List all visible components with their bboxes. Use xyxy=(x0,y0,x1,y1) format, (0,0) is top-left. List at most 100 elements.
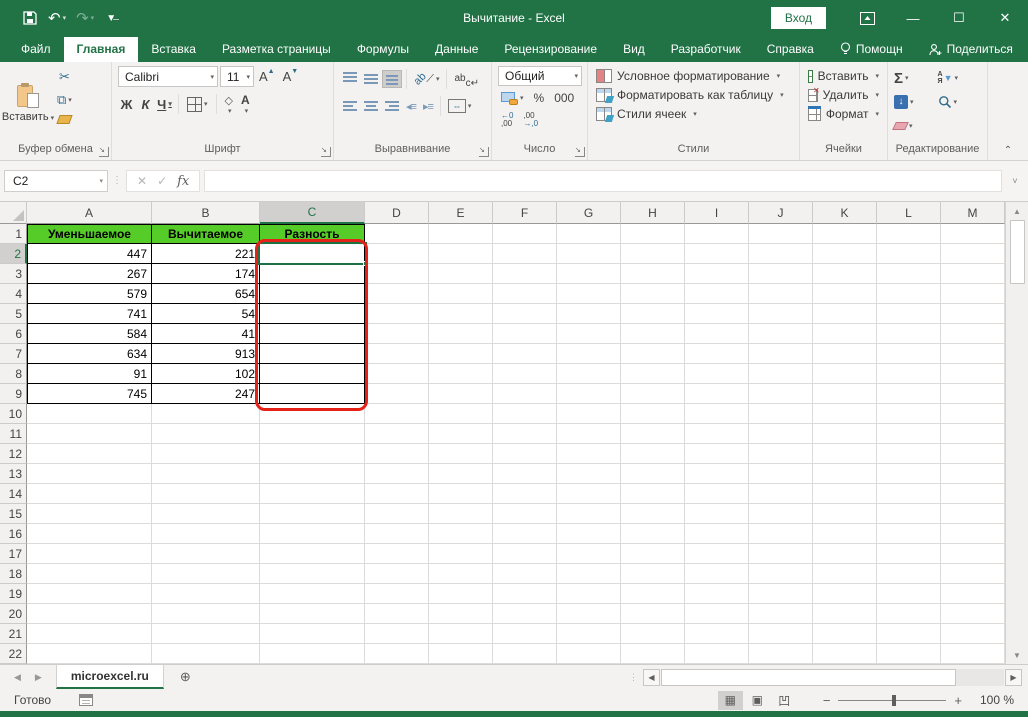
cell-L5[interactable] xyxy=(877,304,941,324)
font-dialog-launcher[interactable]: ↘ xyxy=(321,147,331,157)
row-header-22[interactable]: 22 xyxy=(0,644,27,664)
cell-G1[interactable] xyxy=(557,224,621,244)
cell-K12[interactable] xyxy=(813,444,877,464)
cell-J22[interactable] xyxy=(749,644,813,664)
cell-H14[interactable] xyxy=(621,484,685,504)
cell-M10[interactable] xyxy=(941,404,1005,424)
cell-H15[interactable] xyxy=(621,504,685,524)
cell-J15[interactable] xyxy=(749,504,813,524)
cell-E20[interactable] xyxy=(429,604,493,624)
cell-D21[interactable] xyxy=(365,624,429,644)
insert-function-icon[interactable]: fx xyxy=(177,174,189,189)
cell-G19[interactable] xyxy=(557,584,621,604)
cell-H18[interactable] xyxy=(621,564,685,584)
cell-M21[interactable] xyxy=(941,624,1005,644)
cell-L10[interactable] xyxy=(877,404,941,424)
cell-F10[interactable] xyxy=(493,404,557,424)
cell-G5[interactable] xyxy=(557,304,621,324)
comma-style-icon[interactable]: 000 xyxy=(551,89,577,107)
cell-I5[interactable] xyxy=(685,304,749,324)
formula-bar-splitter[interactable]: ⋮ xyxy=(112,179,122,183)
cell-B7[interactable]: 913 xyxy=(152,344,260,364)
align-left-icon[interactable] xyxy=(340,97,360,115)
cell-I20[interactable] xyxy=(685,604,749,624)
cell-E18[interactable] xyxy=(429,564,493,584)
zoom-in-icon[interactable]: + xyxy=(954,693,962,708)
cell-A18[interactable] xyxy=(27,564,152,584)
cell-F16[interactable] xyxy=(493,524,557,544)
align-bottom-icon[interactable] xyxy=(382,70,402,88)
cell-K14[interactable] xyxy=(813,484,877,504)
new-sheet-icon[interactable]: ⊕ xyxy=(164,665,207,689)
cell-E21[interactable] xyxy=(429,624,493,644)
cell-A5[interactable]: 741 xyxy=(27,304,152,324)
cell-H7[interactable] xyxy=(621,344,685,364)
cell-C5[interactable] xyxy=(260,304,365,324)
cell-A21[interactable] xyxy=(27,624,152,644)
cell-M1[interactable] xyxy=(941,224,1005,244)
cell-B3[interactable]: 174 xyxy=(152,264,260,284)
cell-B12[interactable] xyxy=(152,444,260,464)
cell-G21[interactable] xyxy=(557,624,621,644)
cell-G14[interactable] xyxy=(557,484,621,504)
cell-M2[interactable] xyxy=(941,244,1005,264)
cell-H1[interactable] xyxy=(621,224,685,244)
cell-M3[interactable] xyxy=(941,264,1005,284)
cell-J9[interactable] xyxy=(749,384,813,404)
cell-G12[interactable] xyxy=(557,444,621,464)
cell-L2[interactable] xyxy=(877,244,941,264)
cell-K8[interactable] xyxy=(813,364,877,384)
format-cells-button[interactable]: Формат xyxy=(804,105,883,123)
cell-I22[interactable] xyxy=(685,644,749,664)
row-header-2[interactable]: 2 xyxy=(0,244,27,264)
cell-C10[interactable] xyxy=(260,404,365,424)
cell-K15[interactable] xyxy=(813,504,877,524)
cell-I12[interactable] xyxy=(685,444,749,464)
cell-C17[interactable] xyxy=(260,544,365,564)
cell-H6[interactable] xyxy=(621,324,685,344)
cell-A13[interactable] xyxy=(27,464,152,484)
cell-I11[interactable] xyxy=(685,424,749,444)
cell-K19[interactable] xyxy=(813,584,877,604)
autosum-button[interactable]: Σ xyxy=(894,70,938,87)
horizontal-scroll-thumb[interactable] xyxy=(661,669,956,686)
cell-G22[interactable] xyxy=(557,644,621,664)
scroll-down-icon[interactable]: ▼ xyxy=(1006,646,1028,664)
cell-I7[interactable] xyxy=(685,344,749,364)
cell-H19[interactable] xyxy=(621,584,685,604)
cell-D13[interactable] xyxy=(365,464,429,484)
tab-file[interactable]: Файл xyxy=(8,37,64,62)
tab-scrollbar-splitter[interactable]: ⋮ xyxy=(629,665,643,689)
font-color-icon[interactable]: А xyxy=(238,91,253,117)
increase-indent-icon[interactable]: ▸≡ xyxy=(420,98,436,115)
page-layout-view-icon[interactable]: ▣ xyxy=(745,691,770,710)
col-header-D[interactable]: D xyxy=(365,202,429,224)
row-header-18[interactable]: 18 xyxy=(0,564,27,584)
col-header-K[interactable]: K xyxy=(813,202,877,224)
cell-E12[interactable] xyxy=(429,444,493,464)
cell-J21[interactable] xyxy=(749,624,813,644)
tab-view[interactable]: Вид xyxy=(610,37,658,62)
cell-F1[interactable] xyxy=(493,224,557,244)
cell-C9[interactable] xyxy=(260,384,365,404)
customize-qat-icon[interactable]: ▼̶ xyxy=(100,12,122,24)
col-header-H[interactable]: H xyxy=(621,202,685,224)
cell-E3[interactable] xyxy=(429,264,493,284)
maximize-button[interactable]: ☐ xyxy=(936,0,982,36)
sheet-tab-active[interactable]: microexcel.ru xyxy=(56,665,164,689)
bold-button[interactable]: Ж xyxy=(118,95,135,114)
cell-A2[interactable]: 447 xyxy=(27,244,152,264)
sort-filter-button[interactable]: АЯ▼ xyxy=(938,71,982,85)
cell-E4[interactable] xyxy=(429,284,493,304)
cell-I18[interactable] xyxy=(685,564,749,584)
cell-A19[interactable] xyxy=(27,584,152,604)
cell-H8[interactable] xyxy=(621,364,685,384)
cell-F18[interactable] xyxy=(493,564,557,584)
row-header-10[interactable]: 10 xyxy=(0,404,27,424)
cell-H17[interactable] xyxy=(621,544,685,564)
cell-G9[interactable] xyxy=(557,384,621,404)
cell-E2[interactable] xyxy=(429,244,493,264)
cell-L1[interactable] xyxy=(877,224,941,244)
cell-L22[interactable] xyxy=(877,644,941,664)
cell-K11[interactable] xyxy=(813,424,877,444)
